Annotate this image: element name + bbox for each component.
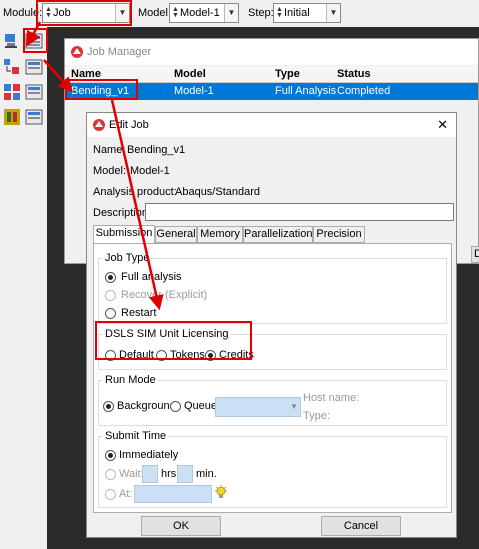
job-manager-title: Job Manager [87,46,152,58]
run-mode-group: Run Mode Background Queue: ▼ Host name: … [98,374,447,426]
at-time-input [134,485,212,503]
recover-radio [105,290,116,301]
spin-icon: ▲ ▼ [276,6,283,19]
optimization-manager-icon[interactable] [25,108,43,126]
optimization-icon[interactable] [3,108,21,126]
close-icon[interactable]: ✕ [437,117,448,133]
step-value: Initial [284,7,310,19]
at-radio [105,489,116,500]
background-label: Background [117,400,176,412]
adaptivity-icon[interactable] [3,58,21,76]
model-label: Model: [93,165,127,177]
immediately-label: Immediately [119,449,179,461]
model-value: Model-1 [180,7,220,19]
restart-radio[interactable] [105,308,116,319]
model-value: Model-1 [130,165,170,177]
job-type-label: Job Type [103,252,152,264]
step-combo[interactable]: ▲ ▼ Initial ▼ [273,3,341,23]
column-header-model[interactable]: Model [174,68,206,80]
abaqus-logo-icon [92,118,106,135]
wait-label: Wait: [119,468,144,480]
host-name-label: Host name: [303,392,360,404]
model-combo[interactable]: ▲ ▼ Model-1 ▼ [169,3,239,23]
lightbulb-icon [214,485,228,504]
column-header-status[interactable]: Status [337,68,371,80]
chevron-down-icon[interactable]: ▼ [326,4,340,22]
edit-job-title: Edit Job [109,119,149,131]
co-execution-manager-icon[interactable] [25,83,43,101]
dismiss-button[interactable]: D [471,246,479,263]
job-manager-titlebar[interactable]: Job Manager [65,39,478,65]
chevron-down-icon: ▼ [290,402,298,411]
at-label: At: [119,488,133,500]
full-analysis-radio[interactable] [105,272,116,283]
highlight-job-manager-box [23,28,48,53]
description-label: Description: [93,207,152,219]
queue-radio[interactable] [170,401,181,412]
abaqus-logo-icon [70,45,84,62]
cell-model: Model-1 [174,85,214,97]
step-label: Step: [248,7,274,19]
spin-icon: ▲ ▼ [172,6,179,19]
tab-precision[interactable]: Precision [313,226,365,243]
wait-minutes-input [177,465,193,483]
wait-hours-input [142,465,158,483]
name-value: Bending_v1 [127,144,186,156]
tab-submission[interactable]: Submission [93,225,155,244]
adaptivity-manager-icon[interactable] [25,58,43,76]
wait-radio [105,469,116,480]
left-toolbar [0,27,47,549]
recover-label: Recover (Explicit) [121,289,208,301]
co-execution-icon[interactable] [3,83,21,101]
ok-button[interactable]: OK [141,516,221,536]
type-label: Type: [303,410,330,422]
tab-general[interactable]: General [155,226,197,243]
full-analysis-label: Full analysis [121,271,182,283]
job-type-group: Job Type Full analysis Recover (Explicit… [98,252,447,324]
product-value: Abaqus/Standard [175,186,261,198]
edit-job-titlebar[interactable]: Edit Job ✕ [87,113,456,137]
cell-status: Completed [337,85,391,97]
model-label: Model: [138,7,172,19]
queue-select: ▼ [215,397,301,417]
immediately-radio[interactable] [105,450,116,461]
highlight-module-box [36,0,132,26]
highlight-licensing-box [95,321,252,360]
tab-memory[interactable]: Memory [197,226,243,243]
description-input[interactable] [145,203,454,221]
cell-type: Full Analysis [275,85,337,97]
name-label: Name: [93,144,126,156]
min-label: min. [196,468,217,480]
highlight-job-row-box [65,79,138,100]
run-mode-label: Run Mode [103,374,158,386]
chevron-down-icon[interactable]: ▼ [224,4,238,22]
submit-time-group: Submit Time Immediately Wait: hrs. min. … [98,430,447,508]
restart-label: Restart [121,307,157,319]
tab-parallelization[interactable]: Parallelization [243,226,313,243]
submission-panel: Job Type Full analysis Recover (Explicit… [93,243,452,513]
column-header-type[interactable]: Type [275,68,300,80]
background-radio[interactable] [103,401,114,412]
submit-time-label: Submit Time [103,430,169,442]
cancel-button[interactable]: Cancel [321,516,401,536]
product-label: Analysis product: [93,186,177,198]
create-job-icon[interactable] [3,32,21,50]
